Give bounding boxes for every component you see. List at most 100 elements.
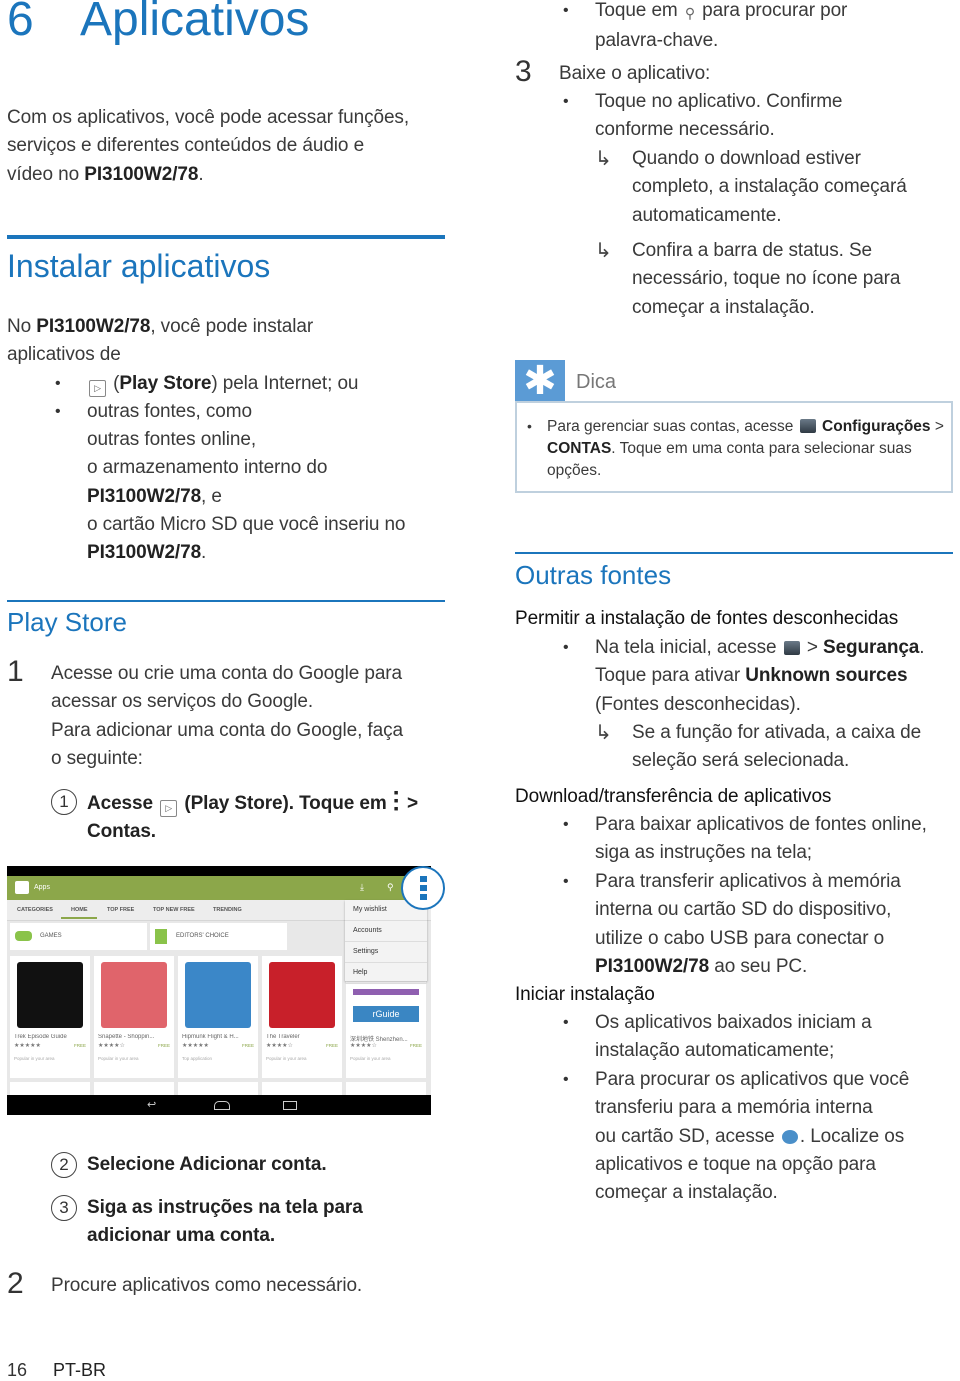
- text-line: PI3100W2/78 ao seu PC.: [595, 953, 901, 981]
- play-store-icon: ▷: [160, 800, 178, 817]
- text-line: Toque em ⚲ para procurar por: [595, 0, 847, 27]
- step-number: 3: [515, 55, 532, 88]
- app-rating: ★★★★☆: [266, 1043, 293, 1049]
- text-line: Quando o download estiver: [632, 145, 907, 173]
- text-segment: ao seu PC.: [709, 955, 808, 977]
- text-line: instalação automaticamente;: [595, 1037, 872, 1065]
- text-segment: começar a instalação.: [595, 1182, 778, 1204]
- menu-item-settings[interactable]: Settings: [345, 942, 427, 963]
- step-number: 2: [7, 1267, 24, 1300]
- text-segment: ) pela Internet; ou: [211, 373, 359, 394]
- install-item-playstore: ▷ (Play Store) pela Internet; ou: [87, 370, 358, 398]
- bold-text: PI3100W2/78: [595, 955, 710, 977]
- other-sources-heading: Outras fontes: [515, 560, 672, 590]
- text-segment: , você pode instalar: [150, 316, 314, 337]
- app-card[interactable]: The Traveler ★★★★☆ Popular in your area FRE…: [262, 956, 342, 1078]
- text-segment: ou cartão SD, acesse: [595, 1125, 780, 1147]
- menu-item-help[interactable]: Help: [345, 963, 427, 984]
- step-3-result-1: Quando o download estiver completo, a ins…: [632, 145, 907, 230]
- text-line: Baixe o aplicativo:: [559, 60, 710, 88]
- text-line: interna ou cartão SD do dispositivo,: [595, 896, 901, 924]
- bold-text: Siga as instruções na tela para: [87, 1197, 363, 1218]
- menu-icon: ▪ ▪ ▪: [393, 784, 399, 816]
- start-heading: Iniciar instalação: [515, 984, 655, 1005]
- text-segment: utilize o cabo USB para conectar o: [595, 927, 885, 949]
- text-line: o armazenamento interno do: [87, 454, 405, 482]
- download-item-1: Para baixar aplicativos de fontes online…: [595, 811, 927, 868]
- recent-apps-icon[interactable]: [283, 1101, 297, 1110]
- text-segment: completo, a instalação começará: [632, 176, 907, 198]
- file-manager-icon: [781, 1129, 798, 1144]
- playstore-heading: Play Store: [7, 607, 127, 637]
- text-line: Na tela inicial, acesse > Segurança.: [595, 634, 925, 662]
- app-rating: ★★★★☆: [350, 1043, 377, 1049]
- text-line: Toque para ativar Unknown sources: [595, 662, 924, 690]
- store-action-bar: Apps ⤓ ⚲: [7, 876, 431, 900]
- bullet: •: [55, 403, 61, 420]
- text-line: PI3100W2/78.: [87, 539, 405, 567]
- text-line: palavra-chave.: [595, 27, 847, 55]
- category-label: EDITORS' CHOICE: [176, 933, 229, 939]
- tab-top-free[interactable]: TOP FREE: [107, 907, 134, 913]
- tab-trending[interactable]: TRENDING: [213, 907, 242, 913]
- bold-text: CONTAS: [547, 440, 612, 457]
- app-note: Popular in your area: [266, 1056, 307, 1061]
- text-segment: começar a instalação.: [632, 296, 815, 318]
- step-2-text: Procure aplicativos como necessário.: [51, 1272, 362, 1300]
- text-segment: Procure aplicativos como necessário.: [51, 1275, 363, 1296]
- text-segment: Quando o download estiver: [632, 148, 861, 169]
- text-segment: o seguinte:: [51, 747, 143, 769]
- text-segment: outras fontes online,: [87, 429, 257, 451]
- result-arrow-icon: ↳: [595, 240, 612, 262]
- play-store-icon: ▷: [89, 380, 106, 397]
- step-3-result-2: Confira a barra de status. Se necessário,…: [632, 237, 900, 322]
- bold-text: PI3100W2/78: [84, 163, 199, 185]
- step-1-text: Acesse ou crie uma conta do Google para a…: [51, 660, 403, 773]
- text-line: Siga as instruções na tela para: [87, 1194, 363, 1222]
- tab-categories[interactable]: CATEGORIES: [17, 907, 53, 913]
- app-icon: [17, 962, 83, 1028]
- tab-home[interactable]: HOME: [71, 907, 88, 913]
- text-segment: Acesse ou crie uma conta do Google para: [51, 663, 402, 684]
- category-games[interactable]: GAMES: [10, 923, 147, 950]
- text-segment: Para transferir aplicativos à memória: [595, 871, 901, 892]
- home-icon[interactable]: [214, 1101, 230, 1110]
- category-editors-choice[interactable]: EDITORS' CHOICE: [150, 923, 287, 950]
- bullet: •: [563, 816, 569, 833]
- text-segment: . Localize os: [799, 1125, 905, 1147]
- text-line: Para baixar aplicativos de fontes online…: [595, 811, 927, 839]
- text-line: Para transferir aplicativos à memória: [595, 868, 901, 896]
- text-line: ▷ (Play Store) pela Internet; ou: [87, 370, 358, 398]
- text-line: Para gerenciar suas contas, acesse Confi…: [547, 416, 944, 438]
- text-segment: Para adicionar uma conta do Google, faça: [51, 719, 403, 741]
- substep-2-text: Selecione Adicionar conta.: [87, 1151, 327, 1179]
- text-line: outras fontes, como: [87, 398, 405, 426]
- text-segment: (: [108, 373, 120, 394]
- menu-item-accounts[interactable]: Accounts: [345, 921, 427, 942]
- install-heading: Instalar aplicativos: [7, 248, 271, 284]
- editors-choice-icon: [155, 929, 167, 944]
- app-card[interactable]: Hipmunk Flight & H... ★★★★★ Top applicatio…: [178, 956, 258, 1078]
- app-card[interactable]: Snapette - Shoppin... ★★★★☆ Popular in you…: [94, 956, 174, 1078]
- bold-text: Unknown sources: [745, 665, 908, 687]
- text-segment: outras fontes, como: [87, 401, 252, 422]
- status-bar: [7, 866, 431, 876]
- text-segment: opções.: [547, 462, 602, 479]
- text-line: (Fontes desconhecidas).: [595, 691, 924, 719]
- tab-indicator: [61, 917, 97, 919]
- text-line: seleção será selecionada.: [632, 747, 921, 775]
- overflow-menu: My wishlist Accounts Settings Help: [345, 900, 427, 984]
- text-line: começar a instalação.: [632, 294, 900, 322]
- chapter-title: Aplicativos: [80, 0, 310, 46]
- text-line: adicionar uma conta.: [87, 1222, 363, 1250]
- text-segment: [153, 793, 158, 814]
- text-segment: vídeo no: [7, 163, 85, 185]
- app-rating: ★★★★☆: [98, 1043, 125, 1049]
- tab-top-new-free[interactable]: TOP NEW FREE: [153, 907, 195, 913]
- back-icon[interactable]: ↩: [147, 1098, 156, 1111]
- text-segment: automaticamente.: [632, 204, 782, 226]
- app-card[interactable]: Trek Episode Guide ★★★★★ Popular in your a…: [10, 956, 90, 1078]
- substep-number: 1: [51, 789, 77, 815]
- settings-icon: [799, 419, 816, 433]
- text-segment: aplicativos de: [7, 344, 121, 366]
